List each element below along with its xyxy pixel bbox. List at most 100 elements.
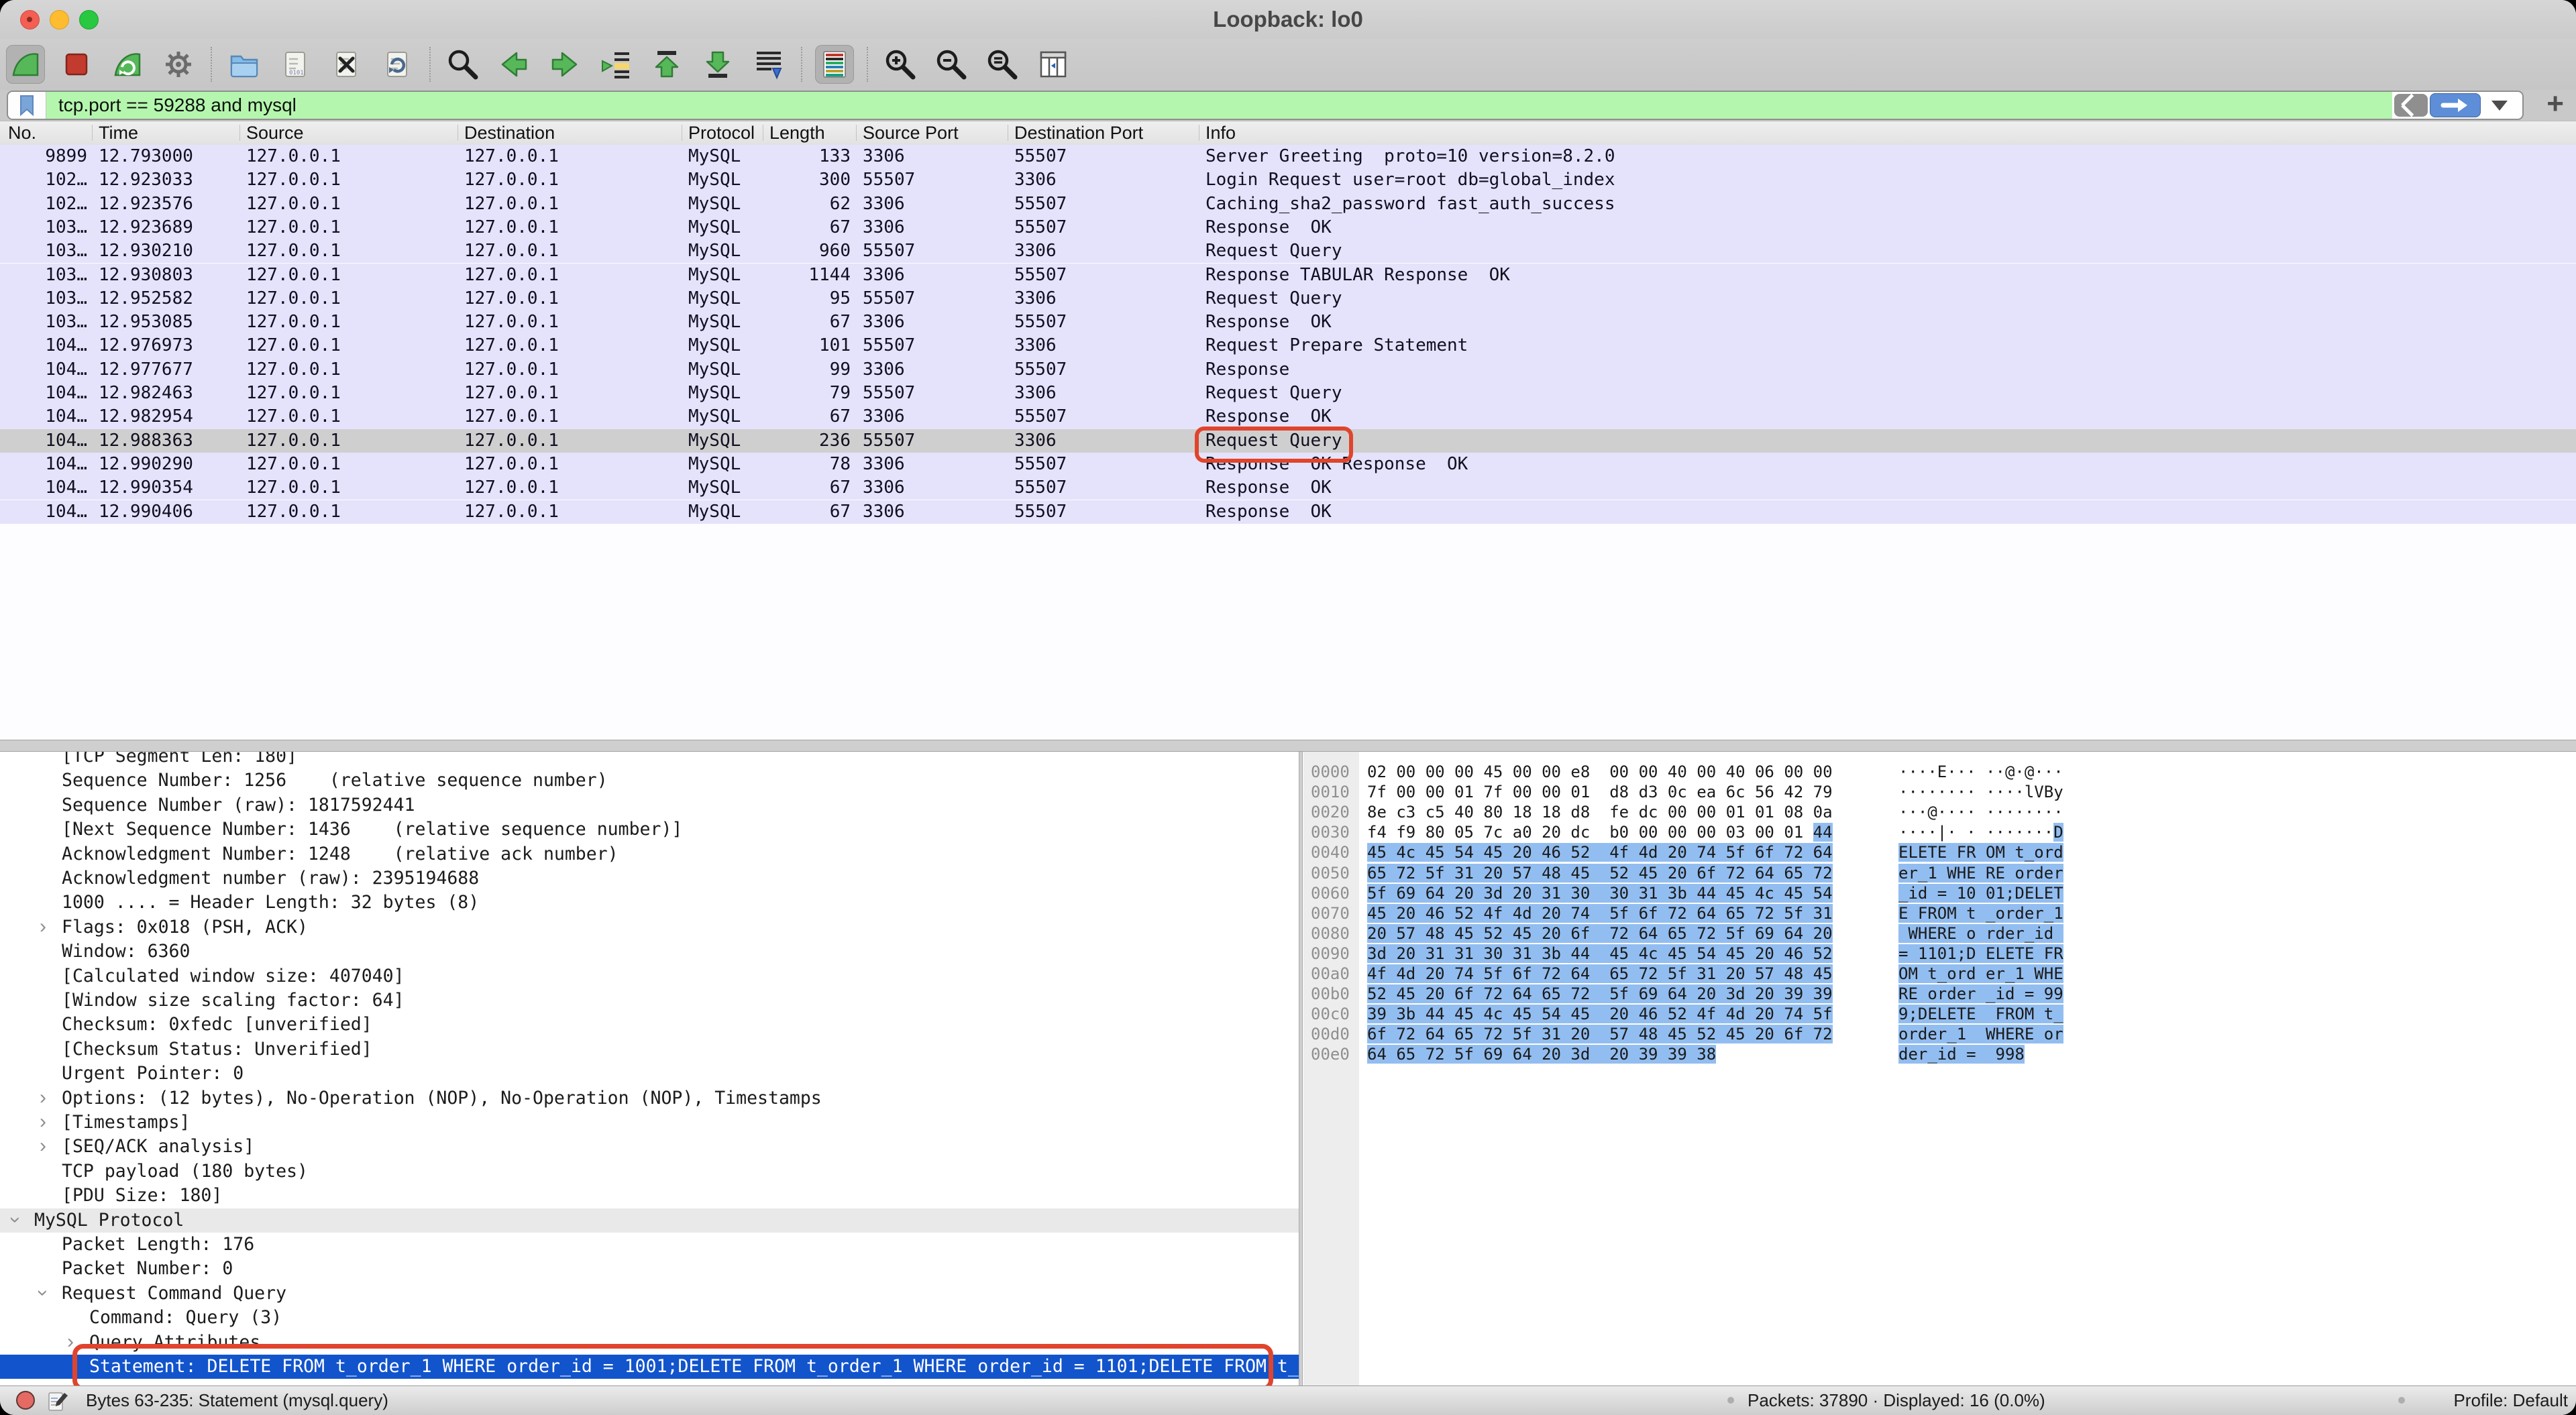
detail-line[interactable]: ›Options: (12 bytes), No-Operation (NOP)… — [0, 1086, 1299, 1111]
detail-line-selected[interactable]: Statement: DELETE FROM t_order_1 WHERE o… — [0, 1355, 1299, 1379]
hex-row[interactable]: 000002 00 00 00 45 00 00 e8 00 00 40 00 … — [1303, 762, 2576, 782]
detail-line[interactable]: [Next Sequence Number: 1436 (relative se… — [0, 817, 1299, 842]
colorize-button[interactable] — [815, 45, 854, 84]
column-header-destination[interactable]: Destination — [464, 121, 555, 144]
display-filter-input[interactable]: tcp.port == 59288 and mysql — [46, 92, 2392, 119]
detail-line[interactable]: ›[SEQ/ACK analysis] — [0, 1135, 1299, 1159]
add-filter-button[interactable]: + — [2546, 90, 2564, 121]
column-header-source-port[interactable]: Source Port — [863, 121, 959, 144]
filter-apply-button[interactable] — [2430, 93, 2481, 117]
capture-comment-icon[interactable] — [47, 1390, 68, 1415]
packet-row[interactable]: 103…12.930210127.0.0.1127.0.0.1MySQL9605… — [0, 239, 2576, 263]
packet-row-selected[interactable]: 104…12.988363127.0.0.1127.0.0.1MySQL2365… — [0, 429, 2576, 453]
resize-columns-button[interactable] — [1034, 45, 1073, 84]
hex-row[interactable]: 00c039 3b 44 45 4c 45 54 45 20 46 52 4f … — [1303, 1004, 2576, 1024]
display-filter-field[interactable]: tcp.port == 59288 and mysql — [7, 91, 2524, 120]
detail-line[interactable]: ›MySQL Protocol — [0, 1208, 1299, 1233]
zoom-in-button[interactable] — [881, 45, 920, 84]
packet-row[interactable]: 104…12.990290127.0.0.1127.0.0.1MySQL7833… — [0, 453, 2576, 476]
column-header-length[interactable]: Length — [769, 121, 825, 144]
save-file-button[interactable]: 0101 — [276, 45, 315, 84]
go-forward-button[interactable] — [545, 45, 584, 84]
detail-line[interactable]: Sequence Number (raw): 1817592441 — [0, 793, 1299, 817]
detail-line[interactable]: Packet Number: 0 — [0, 1257, 1299, 1281]
zoom-reset-button[interactable] — [983, 45, 1022, 84]
reload-file-button[interactable] — [378, 45, 417, 84]
detail-line[interactable]: Command: Query (3) — [0, 1306, 1299, 1330]
packet-row[interactable]: 104…12.976973127.0.0.1127.0.0.1MySQL1015… — [0, 334, 2576, 357]
hex-row[interactable]: 004045 4c 45 54 45 20 46 52 4f 4d 20 74 … — [1303, 842, 2576, 862]
hex-row[interactable]: 00a04f 4d 20 74 5f 6f 72 64 65 72 5f 31 … — [1303, 964, 2576, 984]
capture-stop-button[interactable] — [57, 45, 96, 84]
detail-line[interactable]: [Checksum Status: Unverified] — [0, 1037, 1299, 1062]
column-header-destination-port[interactable]: Destination Port — [1014, 121, 1143, 144]
chevron-expanded-icon[interactable]: › — [4, 1216, 27, 1223]
packet-row[interactable]: 104…12.982954127.0.0.1127.0.0.1MySQL6733… — [0, 405, 2576, 429]
column-separator[interactable] — [239, 125, 240, 141]
go-bottom-button[interactable] — [698, 45, 737, 84]
filter-clear-button[interactable] — [2394, 94, 2428, 117]
detail-line[interactable]: TCP payload (180 bytes) — [0, 1159, 1299, 1184]
zoom-out-button[interactable] — [932, 45, 971, 84]
detail-line[interactable]: Acknowledgment number (raw): 2395194688 — [0, 866, 1299, 891]
packet-row[interactable]: 104…12.990354127.0.0.1127.0.0.1MySQL6733… — [0, 476, 2576, 500]
hex-row[interactable]: 00b052 45 20 6f 72 64 65 72 5f 69 64 20 … — [1303, 984, 2576, 1004]
hex-row[interactable]: 00903d 20 31 31 30 31 3b 44 45 4c 45 54 … — [1303, 944, 2576, 964]
expert-info-icon[interactable] — [16, 1391, 35, 1410]
packet-row[interactable]: 103…12.953085127.0.0.1127.0.0.1MySQL6733… — [0, 310, 2576, 334]
packet-row[interactable]: 103…12.923689127.0.0.1127.0.0.1MySQL6733… — [0, 216, 2576, 239]
go-to-packet-button[interactable] — [596, 45, 635, 84]
packet-row[interactable]: 103…12.952582127.0.0.1127.0.0.1MySQL9555… — [0, 287, 2576, 310]
hex-row[interactable]: 00208e c3 c5 40 80 18 18 d8 fe dc 00 00 … — [1303, 802, 2576, 822]
detail-line[interactable]: [Calculated window size: 407040] — [0, 964, 1299, 988]
detail-line[interactable]: ›Flags: 0x018 (PSH, ACK) — [0, 915, 1299, 940]
find-packet-button[interactable] — [443, 45, 482, 84]
hex-row[interactable]: 00107f 00 00 01 7f 00 00 01 d8 d3 0c ea … — [1303, 782, 2576, 802]
detail-line[interactable]: ›Request Command Query — [0, 1282, 1299, 1306]
open-file-button[interactable] — [225, 45, 264, 84]
column-header-info[interactable]: Info — [1205, 121, 1236, 144]
packet-list-header[interactable]: No.TimeSourceDestinationProtocolLengthSo… — [0, 121, 2576, 146]
column-header-protocol[interactable]: Protocol — [688, 121, 755, 144]
pane-splitter[interactable] — [0, 740, 2576, 752]
filter-bookmark-button[interactable] — [8, 92, 46, 119]
column-header-no[interactable]: No. — [8, 121, 36, 144]
column-separator[interactable] — [856, 125, 857, 141]
status-profile[interactable]: Profile: Default — [2453, 1386, 2568, 1414]
detail-line[interactable]: Urgent Pointer: 0 — [0, 1062, 1299, 1086]
capture-options-button[interactable] — [159, 45, 198, 84]
hex-row[interactable]: 00e064 65 72 5f 69 64 20 3d 20 39 39 38d… — [1303, 1044, 2576, 1064]
detail-line[interactable]: [PDU Size: 180] — [0, 1184, 1299, 1208]
auto-scroll-button[interactable] — [749, 45, 788, 84]
detail-line[interactable]: Sequence Number: 1256 (relative sequence… — [0, 769, 1299, 793]
go-top-button[interactable] — [647, 45, 686, 84]
chevron-collapsed-icon[interactable]: › — [67, 1331, 74, 1353]
packet-row[interactable]: 102…12.923576127.0.0.1127.0.0.1MySQL6233… — [0, 192, 2576, 216]
close-file-button[interactable] — [327, 45, 366, 84]
detail-line[interactable]: ›Query Attributes — [0, 1331, 1299, 1355]
detail-line[interactable]: Acknowledgment Number: 1248 (relative ac… — [0, 842, 1299, 866]
detail-line[interactable]: 1000 .... = Header Length: 32 bytes (8) — [0, 891, 1299, 915]
detail-bytes-divider[interactable] — [1299, 752, 1303, 1385]
hex-row[interactable]: 00d06f 72 64 65 72 5f 31 20 57 48 45 52 … — [1303, 1024, 2576, 1044]
detail-line[interactable]: Checksum: 0xfedc [unverified] — [0, 1013, 1299, 1037]
hex-row[interactable]: 007045 20 46 52 4f 4d 20 74 5f 6f 72 64 … — [1303, 903, 2576, 923]
chevron-collapsed-icon[interactable]: › — [40, 1135, 46, 1157]
chevron-collapsed-icon[interactable]: › — [40, 1086, 46, 1109]
packet-row[interactable]: 989912.793000127.0.0.1127.0.0.1MySQL1333… — [0, 145, 2576, 168]
column-header-source[interactable]: Source — [246, 121, 304, 144]
packet-row[interactable]: 104…12.982463127.0.0.1127.0.0.1MySQL7955… — [0, 382, 2576, 405]
packet-row[interactable]: 103…12.930803127.0.0.1127.0.0.1MySQL1144… — [0, 264, 2576, 287]
detail-line[interactable]: Window: 6360 — [0, 940, 1299, 964]
column-separator[interactable] — [92, 125, 93, 141]
capture-start-button[interactable] — [6, 45, 45, 84]
hex-row[interactable]: 008020 57 48 45 52 45 20 6f 72 64 65 72 … — [1303, 923, 2576, 944]
chevron-collapsed-icon[interactable]: › — [40, 1111, 46, 1133]
detail-line[interactable]: [Window size scaling factor: 64] — [0, 988, 1299, 1013]
packet-row[interactable]: 104…12.990406127.0.0.1127.0.0.1MySQL6733… — [0, 500, 2576, 524]
filter-dropdown-caret[interactable] — [2491, 101, 2508, 111]
hex-row[interactable]: 00605f 69 64 20 3d 20 31 30 30 31 3b 44 … — [1303, 883, 2576, 903]
packet-row[interactable]: 104…12.977677127.0.0.1127.0.0.1MySQL9933… — [0, 358, 2576, 382]
chevron-collapsed-icon[interactable]: › — [40, 915, 46, 938]
go-back-button[interactable] — [494, 45, 533, 84]
